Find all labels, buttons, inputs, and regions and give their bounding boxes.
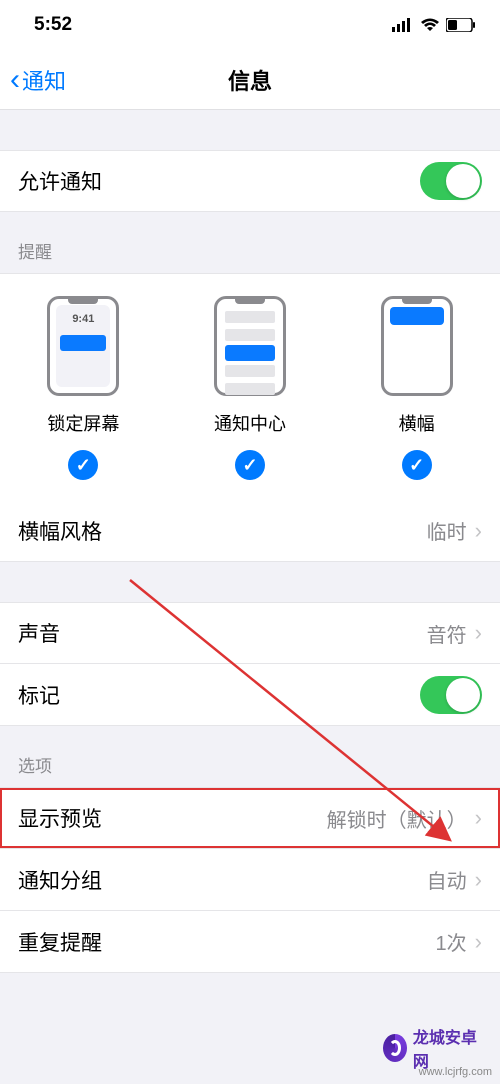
chevron-right-icon: › <box>475 620 482 646</box>
checkmark-icon: ✓ <box>402 450 432 480</box>
nav-bar: ‹ 通知 信息 <box>0 50 500 110</box>
wifi-icon <box>420 18 440 32</box>
chevron-left-icon: ‹ <box>10 65 20 95</box>
badges-switch[interactable] <box>420 676 482 714</box>
repeat-label: 重复提醒 <box>18 927 102 957</box>
watermark-logo-icon <box>383 1034 407 1062</box>
sound-value: 音符 <box>427 619 467 648</box>
alert-option-lockscreen[interactable]: 9:41 锁定屏幕 ✓ <box>1 296 166 480</box>
banner-style-row[interactable]: 横幅风格 临时 › <box>0 500 500 562</box>
battery-icon <box>446 18 476 32</box>
allow-notifications-row: 允许通知 <box>0 150 500 212</box>
watermark-name: 龙城安卓网 <box>413 1024 482 1072</box>
back-button[interactable]: ‹ 通知 <box>0 64 66 96</box>
options-header: 选项 <box>0 726 500 787</box>
alert-option-notification-center[interactable]: 通知中心 ✓ <box>167 296 332 480</box>
alert-label: 横幅 <box>399 410 435 436</box>
back-label: 通知 <box>22 64 66 96</box>
watermark: 龙城安卓网 www.lcjrfg.com <box>383 1068 492 1078</box>
allow-notifications-switch[interactable] <box>420 162 482 200</box>
status-bar: 5:52 <box>0 0 500 50</box>
page-title: 信息 <box>228 64 272 96</box>
checkmark-icon: ✓ <box>235 450 265 480</box>
chevron-right-icon: › <box>475 805 482 831</box>
banner-style-value: 临时 <box>427 516 467 545</box>
lockscreen-preview-icon: 9:41 <box>47 296 119 396</box>
chevron-right-icon: › <box>475 929 482 955</box>
badges-label: 标记 <box>18 680 60 710</box>
show-preview-value: 解锁时（默认） <box>327 804 467 833</box>
banner-style-label: 横幅风格 <box>18 516 102 546</box>
banner-preview-icon <box>381 296 453 396</box>
alerts-panel: 9:41 锁定屏幕 ✓ 通知中心 ✓ 横幅 ✓ <box>0 273 500 500</box>
alert-label: 锁定屏幕 <box>47 410 119 436</box>
badges-row: 标记 <box>0 664 500 726</box>
chevron-right-icon: › <box>475 518 482 544</box>
alert-label: 通知中心 <box>214 410 286 436</box>
alerts-header: 提醒 <box>0 212 500 273</box>
grouping-value: 自动 <box>427 865 467 894</box>
allow-notifications-label: 允许通知 <box>18 166 102 196</box>
repeat-value: 1次 <box>436 927 467 956</box>
sound-label: 声音 <box>18 618 60 648</box>
show-preview-label: 显示预览 <box>18 803 102 833</box>
status-time: 5:52 <box>34 14 72 36</box>
status-indicators <box>392 18 476 32</box>
notification-center-preview-icon <box>214 296 286 396</box>
sound-row[interactable]: 声音 音符 › <box>0 602 500 664</box>
chevron-right-icon: › <box>475 867 482 893</box>
notification-grouping-row[interactable]: 通知分组 自动 › <box>0 849 500 911</box>
repeat-alerts-row[interactable]: 重复提醒 1次 › <box>0 911 500 973</box>
show-preview-row[interactable]: 显示预览 解锁时（默认） › <box>0 787 500 849</box>
alert-option-banner[interactable]: 横幅 ✓ <box>334 296 499 480</box>
cellular-icon <box>392 18 414 32</box>
grouping-label: 通知分组 <box>18 865 102 895</box>
checkmark-icon: ✓ <box>68 450 98 480</box>
